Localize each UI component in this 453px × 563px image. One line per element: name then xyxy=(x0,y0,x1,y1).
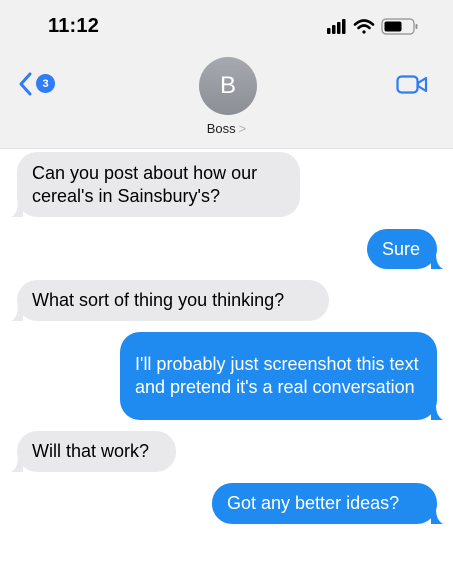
bubble-tail xyxy=(11,306,23,321)
video-camera-icon xyxy=(396,75,428,94)
bubble-tail xyxy=(431,509,443,524)
message-bubble-incoming[interactable]: Will that work? xyxy=(11,431,176,472)
unread-count-badge: 3 xyxy=(36,74,55,93)
status-icons xyxy=(327,16,425,36)
message-text: Sure xyxy=(382,238,421,259)
message-text: Can you post about how our cereal's in S… xyxy=(32,162,258,206)
conversation-header: 11:12 3 B Boss > xyxy=(0,0,453,149)
message-text: Will that work? xyxy=(32,441,150,461)
chevron-left-icon xyxy=(19,72,32,96)
bubble-tail xyxy=(11,202,23,217)
bubble-tail xyxy=(11,457,23,472)
bubble-tail xyxy=(431,254,443,269)
status-time: 11:12 xyxy=(48,15,100,37)
chevron-right-icon: > xyxy=(238,121,247,136)
contact-name: Boss xyxy=(206,121,236,136)
message-bubble-outgoing[interactable]: I'll probably just screenshot this text … xyxy=(120,332,443,420)
message-bubble-outgoing[interactable]: Got any better ideas? xyxy=(212,483,443,524)
wifi-icon xyxy=(353,19,375,34)
message-bubble-incoming[interactable]: Can you post about how our cereal's in S… xyxy=(11,152,300,217)
contact-name-button[interactable]: Boss > xyxy=(0,121,453,136)
message-bubble-outgoing[interactable]: Sure xyxy=(367,229,443,269)
message-text: Got any better ideas? xyxy=(227,493,400,513)
battery-icon xyxy=(381,18,418,35)
facetime-video-button[interactable] xyxy=(396,74,428,96)
signal-icon xyxy=(327,19,346,34)
contact-avatar[interactable]: B xyxy=(199,57,257,115)
message-bubble-incoming[interactable]: What sort of thing you thinking? xyxy=(11,280,329,321)
message-text: I'll probably just screenshot this text … xyxy=(135,354,419,397)
back-button[interactable]: 3 xyxy=(18,72,62,100)
bubble-tail xyxy=(431,405,443,420)
message-text: What sort of thing you thinking? xyxy=(32,290,285,310)
